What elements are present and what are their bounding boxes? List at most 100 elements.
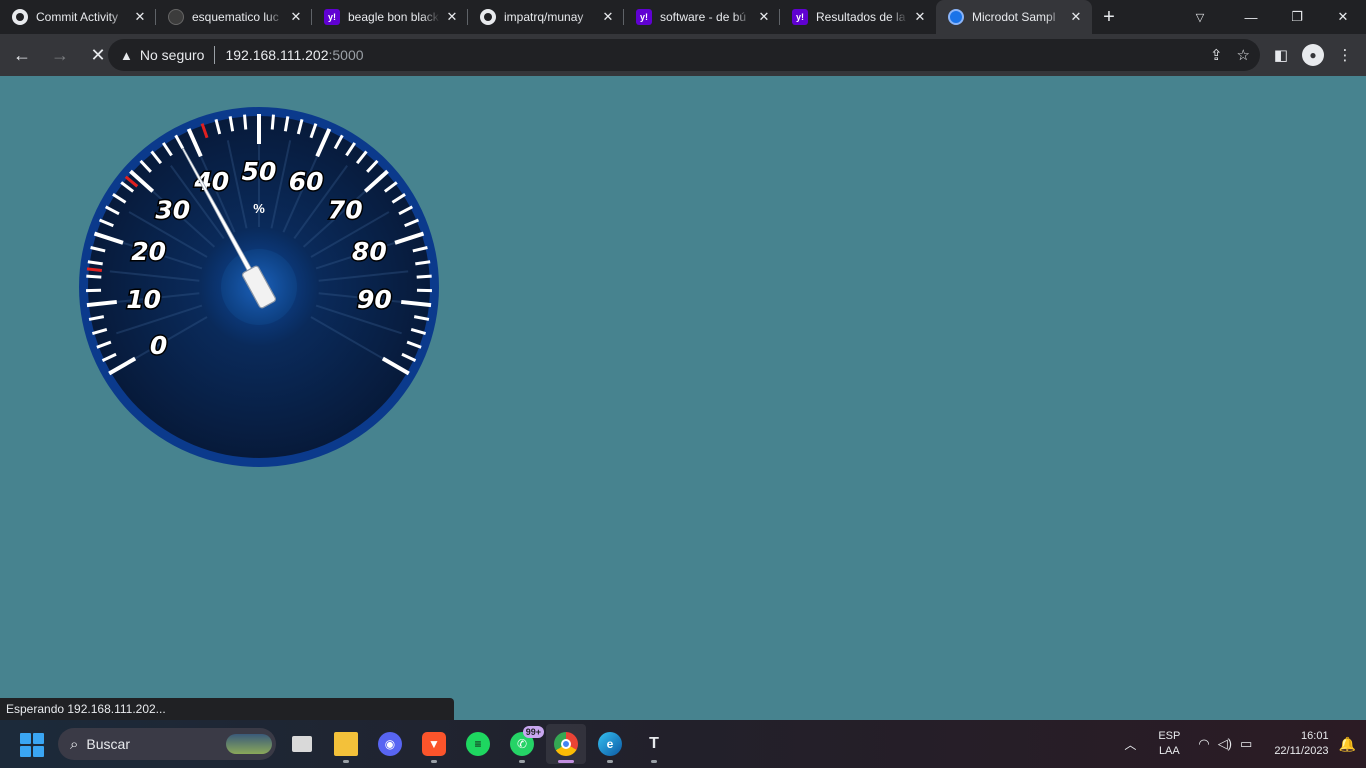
wifi-icon[interactable]: ◠ <box>1198 736 1209 752</box>
brave-button[interactable]: ▼ <box>414 724 454 764</box>
battery-icon[interactable]: ▭ <box>1240 736 1252 752</box>
edge-button[interactable]: e <box>590 724 630 764</box>
clock[interactable]: 16:01 22/11/2023 <box>1274 729 1328 759</box>
close-window-icon[interactable]: ✕ <box>1320 0 1366 34</box>
close-icon[interactable]: ✕ <box>288 9 304 25</box>
taskbar: ⌕ Buscar ◉ ▼ ≡ ✆ 99+ e T ︿ ESP LAA ◠ ◁) ▭… <box>0 720 1366 768</box>
yahoo-icon: y! <box>324 9 340 25</box>
folder-icon <box>334 732 358 756</box>
close-icon[interactable]: ✕ <box>1068 9 1084 25</box>
edge-icon: e <box>598 732 622 756</box>
globe-icon <box>948 9 964 25</box>
tab-title: impatrq/munay <box>504 10 584 24</box>
search-highlight-image <box>226 734 272 754</box>
chrome-icon <box>554 732 578 756</box>
tab-commit-activity[interactable]: Commit Activity ✕ <box>0 0 156 34</box>
text-app-icon: T <box>649 735 659 752</box>
close-icon[interactable]: ✕ <box>132 9 148 25</box>
gauge-tick <box>270 114 275 130</box>
taskbar-search[interactable]: ⌕ Buscar <box>58 728 276 760</box>
tab-impatrq[interactable]: impatrq/munay ✕ <box>468 0 624 34</box>
share-icon[interactable]: ⇪ <box>1210 46 1223 64</box>
close-icon[interactable]: ✕ <box>600 9 616 25</box>
tab-title: Microdot Sampl <box>972 10 1056 24</box>
gauge-tick-label: 30 <box>155 195 190 224</box>
date: 22/11/2023 <box>1274 745 1329 757</box>
tab-strip: Commit Activity ✕ esquematico luc ✕ y! b… <box>0 0 1366 34</box>
tab-resultados[interactable]: y! Resultados de la ✕ <box>780 0 936 34</box>
menu-kebab-icon[interactable]: ⋮ <box>1332 42 1358 68</box>
whatsapp-button[interactable]: ✆ 99+ <box>502 724 544 764</box>
gauge-unit: % <box>253 201 265 216</box>
gauge-tick <box>416 274 432 279</box>
volume-icon[interactable]: ◁) <box>1218 736 1232 752</box>
gauge-tick <box>243 114 248 130</box>
spotify-icon: ≡ <box>466 732 490 756</box>
gauge-tick-label: 10 <box>126 285 161 314</box>
gauge-tick <box>86 274 102 279</box>
time: 16:01 <box>1301 730 1329 742</box>
chevron-up-icon[interactable]: ︿ <box>1124 736 1136 753</box>
tab-title: software - de bú <box>660 10 747 24</box>
forward-icon[interactable]: → <box>44 39 76 71</box>
notification-badge: 99+ <box>522 726 544 738</box>
profile-avatar-icon[interactable]: ● <box>1302 44 1324 66</box>
tab-software[interactable]: y! software - de bú ✕ <box>624 0 780 34</box>
chrome-button[interactable] <box>546 724 586 764</box>
discord-button[interactable]: ◉ <box>370 724 410 764</box>
gauge-tick-label: 50 <box>242 157 277 186</box>
tab-beagle[interactable]: y! beagle bon black ✕ <box>312 0 468 34</box>
task-view-button[interactable] <box>282 724 322 764</box>
tab-esquematico[interactable]: esquematico luc ✕ <box>156 0 312 34</box>
notification-bell-icon[interactable]: 🔔 <box>1339 736 1356 753</box>
gauge-tick-label: 90 <box>357 285 392 314</box>
yahoo-icon: y! <box>636 9 652 25</box>
url-host: 192.168.111.202 <box>225 47 329 63</box>
tab-title: Resultados de la <box>816 10 906 24</box>
search-icon: ⌕ <box>70 735 79 753</box>
search-placeholder: Buscar <box>86 736 130 752</box>
gauge-tick-label: 80 <box>352 237 387 266</box>
close-icon[interactable]: ✕ <box>912 9 928 25</box>
gauge-tick-label: 20 <box>131 237 166 266</box>
close-icon[interactable]: ✕ <box>444 9 460 25</box>
task-view-icon <box>292 736 312 752</box>
gauge: 0 10 20 3040 50 6070 80 90 % <box>79 107 439 467</box>
system-tray: ︿ ESP LAA ◠ ◁) ▭ 16:01 22/11/2023 🔔 <box>1124 720 1366 768</box>
close-icon[interactable]: ✕ <box>756 9 772 25</box>
tab-title: Commit Activity <box>36 10 119 24</box>
url-port: :5000 <box>328 47 364 63</box>
bookmark-star-icon[interactable]: ☆ <box>1237 46 1250 64</box>
taskbar-apps: ◉ ▼ ≡ ✆ 99+ e T <box>282 724 674 764</box>
brave-icon: ▼ <box>422 732 446 756</box>
discord-icon: ◉ <box>378 732 402 756</box>
tab-search-icon[interactable]: ▽ <box>1182 0 1218 34</box>
back-icon[interactable]: ← <box>6 39 38 71</box>
tab-title: beagle bon black <box>348 10 439 24</box>
windows-start-icon[interactable] <box>20 733 44 757</box>
security-label[interactable]: No seguro <box>140 47 205 63</box>
tab-title: esquematico luc <box>192 10 279 24</box>
new-tab-button[interactable]: + <box>1092 0 1126 34</box>
address-bar[interactable]: ▲ No seguro 192.168.111.202 :5000 ⇪ ☆ <box>108 39 1260 71</box>
typora-button[interactable]: T <box>634 724 674 764</box>
minimize-icon[interactable]: — <box>1228 0 1274 34</box>
gauge-tick <box>86 267 103 272</box>
restore-icon[interactable]: ❐ <box>1274 0 1320 34</box>
gauge-tick-label: 40 <box>193 167 229 196</box>
window-controls: — ❐ ✕ <box>1228 0 1366 34</box>
tab-microdot[interactable]: Microdot Sampl ✕ <box>936 0 1092 34</box>
gauge-tick-label: 70 <box>328 195 363 224</box>
yahoo-icon: y! <box>792 9 808 25</box>
gauge-tick-label: 60 <box>289 167 324 196</box>
warning-icon[interactable]: ▲ <box>120 48 133 63</box>
github-icon <box>480 9 496 25</box>
github-icon <box>12 9 28 25</box>
spotify-button[interactable]: ≡ <box>458 724 498 764</box>
browser-toolbar: ← → ✕ ▲ No seguro 192.168.111.202 :5000 … <box>0 34 1366 76</box>
page-viewport: 0 10 20 30 40 50 60 70 80 90 % Esperando 192.168.… <box>0 76 1366 720</box>
side-panel-icon[interactable]: ◧ <box>1268 42 1294 68</box>
status-bar: Esperando 192.168.111.202... <box>0 698 454 720</box>
file-explorer-button[interactable] <box>326 724 366 764</box>
input-language[interactable]: ESP LAA <box>1158 729 1180 759</box>
